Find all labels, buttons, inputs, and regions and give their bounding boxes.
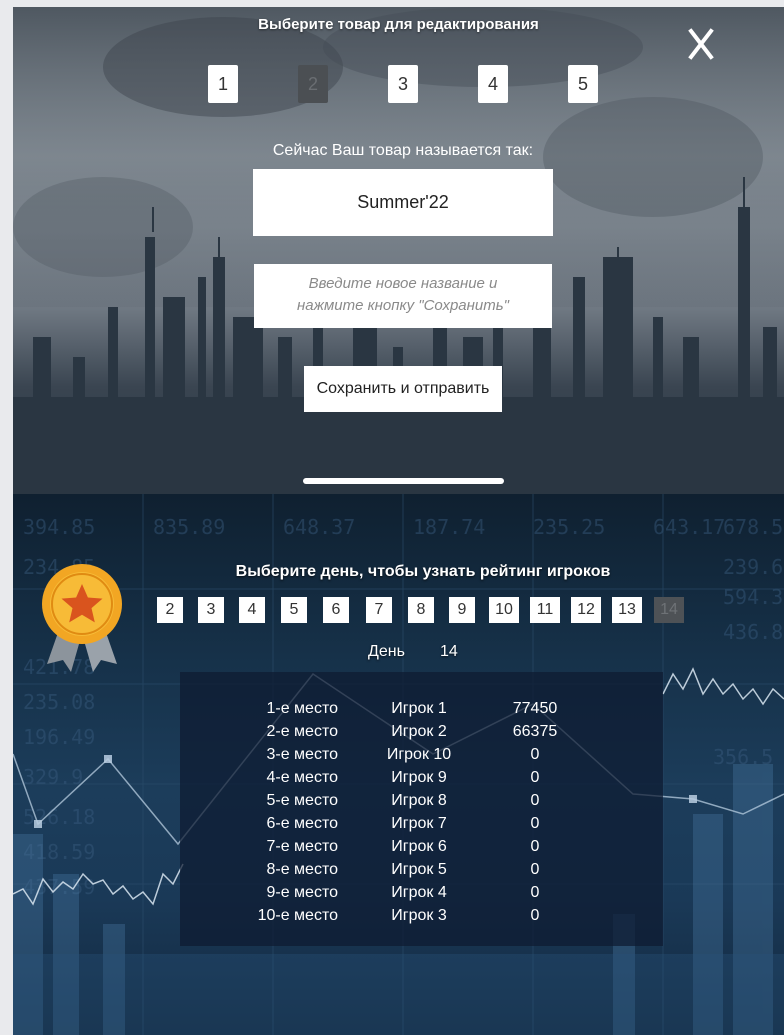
panel-drag-handle[interactable]	[303, 478, 504, 484]
close-icon	[688, 28, 714, 60]
score-cell: 0	[530, 861, 540, 878]
place-cell: 4-е место	[266, 769, 338, 786]
rating-table: 1-е место Игрок 1 77450 2-е место Игрок …	[180, 672, 663, 946]
item-button-1[interactable]: 1	[208, 65, 238, 103]
player-cell: Игрок 5	[391, 861, 447, 878]
table-row: 2-е место Игрок 2 66375	[180, 723, 663, 746]
selected-day-value: 14	[440, 643, 458, 660]
place-cell: 9-е место	[266, 884, 338, 901]
place-cell: 7-е место	[266, 838, 338, 855]
player-rating-panel: 394.85 835.89 648.37 187.74 235.25 643.1…	[13, 494, 784, 1035]
svg-text:235.25: 235.25	[533, 515, 605, 539]
day-button-5[interactable]: 5	[281, 597, 307, 623]
current-product-name: Summer'22	[253, 169, 553, 236]
svg-text:648.37: 648.37	[283, 515, 355, 539]
svg-text:643.17: 643.17	[653, 515, 725, 539]
day-button-7[interactable]: 7	[366, 597, 392, 623]
svg-text:394.85: 394.85	[23, 515, 95, 539]
place-cell: 3-е место	[266, 746, 338, 763]
score-cell: 0	[530, 769, 540, 786]
player-cell: Игрок 3	[391, 907, 447, 924]
player-cell: Игрок 10	[386, 746, 452, 763]
edit-panel-title: Выберите товар для редактирования	[258, 16, 539, 33]
score-cell: 0	[530, 792, 540, 809]
day-button-2[interactable]: 2	[157, 597, 183, 623]
svg-text:436.8: 436.8	[723, 620, 783, 644]
day-button-14[interactable]: 14	[654, 597, 684, 623]
place-cell: 1-е место	[266, 700, 338, 717]
table-row: 5-е место Игрок 8 0	[180, 792, 663, 815]
svg-text:835.89: 835.89	[153, 515, 225, 539]
table-row: 7-е место Игрок 6 0	[180, 838, 663, 861]
svg-text:187.74: 187.74	[413, 515, 485, 539]
day-button-6[interactable]: 6	[323, 597, 349, 623]
rating-title: Выберите день, чтобы узнать рейтинг игро…	[235, 563, 611, 580]
selected-day-label: День	[368, 643, 405, 660]
day-button-3[interactable]: 3	[198, 597, 224, 623]
player-cell: Игрок 9	[391, 769, 447, 786]
svg-text:196.49: 196.49	[23, 725, 95, 749]
score-cell: 77450	[512, 700, 558, 717]
day-button-11[interactable]: 11	[530, 597, 560, 623]
day-button-12[interactable]: 12	[571, 597, 601, 623]
new-name-input[interactable]	[254, 264, 552, 328]
place-cell: 6-е место	[266, 815, 338, 832]
day-button-4[interactable]: 4	[239, 597, 265, 623]
player-cell: Игрок 2	[391, 723, 447, 740]
player-cell: Игрок 8	[391, 792, 447, 809]
day-button-9[interactable]: 9	[449, 597, 475, 623]
score-cell: 0	[530, 838, 540, 855]
score-cell: 0	[530, 907, 540, 924]
svg-text:678.5: 678.5	[723, 515, 783, 539]
player-cell: Игрок 4	[391, 884, 447, 901]
place-cell: 10-е место	[257, 907, 338, 924]
score-cell: 0	[530, 884, 540, 901]
table-row: 6-е место Игрок 7 0	[180, 815, 663, 838]
edit-product-panel: Выберите товар для редактирования 1 2 3 …	[13, 7, 784, 494]
table-row: 9-е место Игрок 4 0	[180, 884, 663, 907]
place-cell: 5-е место	[266, 792, 338, 809]
item-button-3[interactable]: 3	[388, 65, 418, 103]
table-row: 10-е место Игрок 3 0	[180, 907, 663, 930]
svg-text:329.9: 329.9	[23, 765, 83, 789]
day-button-10[interactable]: 10	[489, 597, 519, 623]
close-button[interactable]	[681, 23, 721, 63]
table-row: 4-е место Игрок 9 0	[180, 769, 663, 792]
player-cell: Игрок 1	[391, 700, 447, 717]
day-button-13[interactable]: 13	[612, 597, 642, 623]
day-button-8[interactable]: 8	[408, 597, 434, 623]
current-name-label: Сейчас Ваш товар называется так:	[272, 142, 534, 159]
item-button-2[interactable]: 2	[298, 65, 328, 103]
place-cell: 8-е место	[266, 861, 338, 878]
item-button-4[interactable]: 4	[478, 65, 508, 103]
save-and-send-button[interactable]: Сохранить и отправить	[304, 366, 502, 412]
svg-text:526.18: 526.18	[23, 805, 95, 829]
player-cell: Игрок 6	[391, 838, 447, 855]
place-cell: 2-е место	[266, 723, 338, 740]
player-cell: Игрок 7	[391, 815, 447, 832]
score-cell: 0	[530, 815, 540, 832]
item-button-5[interactable]: 5	[568, 65, 598, 103]
svg-text:235.08: 235.08	[23, 690, 95, 714]
score-cell: 66375	[512, 723, 558, 740]
table-row: 3-е место Игрок 10 0	[180, 746, 663, 769]
table-row: 8-е место Игрок 5 0	[180, 861, 663, 884]
score-cell: 0	[530, 746, 540, 763]
table-row: 1-е место Игрок 1 77450	[180, 700, 663, 723]
